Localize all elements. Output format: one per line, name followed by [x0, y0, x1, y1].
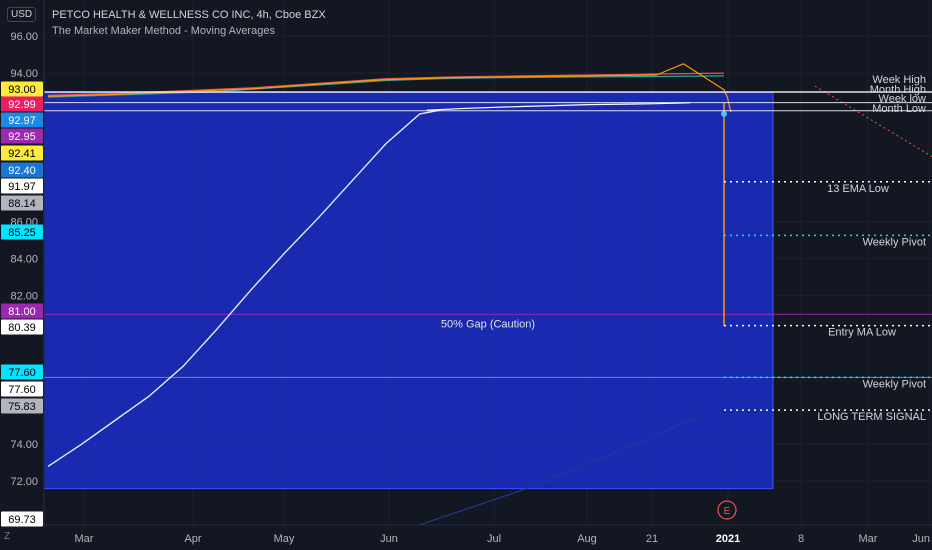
- level-label-6: Entry MA Low: [828, 327, 896, 339]
- price-chart[interactable]: 50% Gap (Caution) Week HighMonth HighWee…: [0, 0, 932, 550]
- time-tick-label: 8: [798, 533, 804, 545]
- price-tag-label: 88.14: [8, 198, 36, 210]
- time-tick-label: Mar: [75, 533, 94, 545]
- time-tick-label: Aug: [577, 533, 597, 545]
- level-label-4: 13 EMA Low: [827, 183, 889, 195]
- price-tag-label: 93.00: [8, 84, 36, 96]
- price-tick-label: 84.00: [10, 254, 38, 266]
- price-tag-label: 92.99: [8, 99, 36, 111]
- price-tag-label: 69.73: [8, 514, 36, 526]
- price-tag-label: 92.41: [8, 148, 36, 160]
- time-tick-label: May: [274, 533, 295, 545]
- gap-zone-box: [43, 92, 774, 490]
- time-tick-label: 21: [646, 533, 658, 545]
- time-tick-label: 2021: [716, 533, 740, 545]
- time-tick-label: Jun: [912, 533, 930, 545]
- last-close-dot: [721, 110, 727, 117]
- indicator-name[interactable]: The Market Maker Method - Moving Average…: [52, 25, 275, 37]
- price-tag-label: 75.83: [8, 401, 36, 413]
- earnings-label: E: [724, 506, 731, 517]
- price-tag-label: 80.39: [8, 322, 36, 334]
- time-tick-label: Mar: [859, 533, 878, 545]
- time-tick-label: Jul: [487, 533, 501, 545]
- chart-title: PETCO HEALTH & WELLNESS CO INC, 4h, Cboe…: [52, 9, 326, 21]
- level-label-8: LONG TERM SIGNAL: [817, 411, 926, 423]
- price-tag-label: 77.60: [8, 384, 36, 396]
- price-tick-label: 96.00: [10, 31, 38, 43]
- price-tag-label: 92.97: [8, 115, 36, 127]
- price-tick-label: 74.00: [10, 439, 38, 451]
- time-tick-label: Apr: [184, 533, 201, 545]
- currency-label[interactable]: USD: [7, 7, 37, 22]
- price-tag-label: 91.97: [8, 181, 36, 193]
- gap-zone-label: 50% Gap (Caution): [441, 318, 535, 330]
- price-tick-label: 82.00: [10, 291, 38, 303]
- level-label-7: Weekly Pivot: [863, 378, 926, 390]
- time-axis: Mar Apr May Jun Jul Aug 21 2021 8 Mar Jun: [44, 524, 932, 550]
- price-tag-label: 92.40: [8, 165, 36, 177]
- price-tag-label: 92.95: [8, 131, 36, 143]
- price-tag-label: 81.00: [8, 306, 36, 318]
- auto-scale-button[interactable]: Z: [4, 531, 10, 542]
- level-label-5: Weekly Pivot: [863, 236, 926, 248]
- price-tick-label: 94.00: [10, 68, 38, 80]
- price-tick-label: 72.00: [10, 476, 38, 488]
- level-label-3: Month Low: [872, 103, 926, 115]
- price-axis: 96.0094.0086.0084.0082.0074.0072.00: [0, 0, 45, 525]
- price-tag-label: 77.60: [8, 367, 36, 379]
- price-tag-label: 85.25: [8, 227, 36, 239]
- time-tick-label: Jun: [380, 533, 398, 545]
